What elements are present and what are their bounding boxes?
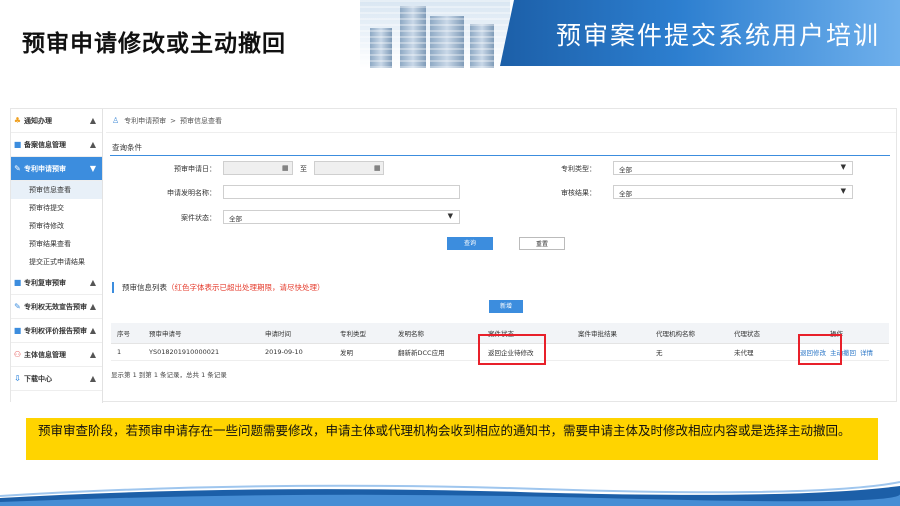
- sidebar-sub-pending-submit[interactable]: 预审待提交: [11, 199, 102, 217]
- date-to-label: 至: [300, 165, 307, 173]
- review-result-label: 审核结果：: [561, 189, 596, 197]
- add-button[interactable]: 新增: [489, 300, 523, 313]
- chevron-up-icon: ▲: [89, 374, 96, 383]
- folder-icon: ■: [13, 278, 22, 287]
- breadcrumb: ♙ 专利申请预审 > 预审信息查看: [106, 109, 896, 133]
- chevron-up-icon: ▲: [89, 302, 96, 311]
- sidebar-sub-formal-results[interactable]: 提交正式申请结果: [11, 253, 102, 271]
- download-icon: ⇩: [14, 374, 21, 383]
- status-highlight-box: [478, 334, 546, 365]
- chevron-down-icon: ▼: [447, 212, 453, 220]
- overdue-warning: （红色字体表示已超出处理期限，请尽快处理）: [167, 283, 325, 292]
- panel-divider: [110, 155, 890, 156]
- sidebar-item-label: 主体信息管理: [24, 350, 66, 359]
- cell-type: 发明: [334, 343, 392, 361]
- sidebar-item-patent-prereview[interactable]: ✎ 专利申请预审 ▼: [11, 157, 102, 181]
- breadcrumb-current: 预审信息查看: [180, 116, 223, 125]
- patent-type-label: 专利类型：: [561, 165, 596, 173]
- col-header: 申请时间: [259, 323, 334, 344]
- bell-icon: ♣: [13, 116, 22, 125]
- breadcrumb-root[interactable]: 专利申请预审: [124, 116, 166, 126]
- sidebar-item-invalidation[interactable]: ✎ 专利权无效宣告预审 ▲: [11, 295, 102, 319]
- slide-title: 预审申请修改或主动撤回: [22, 31, 286, 57]
- modify-highlight-box: [798, 334, 842, 365]
- sidebar-item-label: 专利权无效宣告预审: [24, 302, 87, 311]
- footer-wave: [0, 476, 900, 506]
- breadcrumb-separator: >: [170, 116, 177, 125]
- sidebar-sub-pending-modify[interactable]: 预审待修改: [11, 217, 102, 235]
- cell-agency: 无: [650, 343, 728, 361]
- reset-button[interactable]: 重置: [519, 237, 565, 250]
- details-link[interactable]: 详情: [860, 349, 873, 357]
- sidebar: ♣ 通知办理 ▲ ■ 备案信息管理 ▲ ✎ 专利申请预审 ▼ 预审信息查看 预审…: [11, 109, 103, 403]
- sidebar-item-filing[interactable]: ■ 备案信息管理 ▲: [11, 133, 102, 157]
- sidebar-item-notice[interactable]: ♣ 通知办理 ▲: [11, 109, 102, 133]
- col-header: 专利类型: [334, 323, 392, 344]
- folder-icon: ■: [13, 326, 22, 335]
- cell-name: 翻新新DCC应用: [392, 343, 482, 361]
- chevron-up-icon: ▲: [89, 116, 96, 125]
- query-panel-title: 查询条件: [112, 143, 142, 152]
- cell-agent-status: 未代理: [728, 343, 784, 361]
- sidebar-item-label: 备案信息管理: [24, 140, 66, 149]
- folder-icon: ■: [13, 140, 22, 149]
- pagination-info: 显示第 1 到第 1 条记录，总共 1 条记录: [111, 371, 227, 379]
- col-header: 序号: [111, 323, 143, 344]
- patent-type-select[interactable]: 全部 ▼: [613, 161, 853, 175]
- col-header: 代理机构名称: [650, 323, 728, 344]
- apply-date-label: 预审申请日：: [174, 165, 216, 173]
- sidebar-item-reexam[interactable]: ■ 专利复审预审 ▲: [11, 271, 102, 295]
- person-icon: ⚇: [13, 350, 22, 359]
- system-screenshot: ♣ 通知办理 ▲ ■ 备案信息管理 ▲ ✎ 专利申请预审 ▼ 预审信息查看 预审…: [10, 108, 897, 403]
- col-header: 预审申请号: [143, 323, 259, 344]
- cell-no: 1: [111, 343, 143, 361]
- chevron-up-icon: ▲: [89, 350, 96, 359]
- chevron-down-icon: ▼: [840, 163, 846, 171]
- sidebar-sub-view[interactable]: 预审信息查看: [11, 181, 102, 199]
- sidebar-item-download[interactable]: ⇩ 下载中心 ▲: [11, 367, 102, 391]
- search-button[interactable]: 查询: [447, 237, 493, 250]
- chevron-down-icon: ▼: [89, 164, 96, 173]
- chevron-down-icon: ▼: [840, 187, 846, 195]
- calendar-icon[interactable]: ▦: [374, 164, 381, 172]
- explanation-note: 预审审查阶段，若预审申请存在一些问题需要修改，申请主体或代理机构会收到相应的通知…: [26, 418, 878, 460]
- sidebar-item-entity[interactable]: ⚇ 主体信息管理 ▲: [11, 343, 102, 367]
- building-photo: [360, 0, 510, 68]
- review-result-select[interactable]: 全部 ▼: [613, 185, 853, 199]
- col-header: 案件审批结果: [572, 323, 650, 344]
- edit-icon: ✎: [14, 164, 21, 173]
- sidebar-item-label: 通知办理: [24, 116, 52, 125]
- col-header: 发明名称: [392, 323, 482, 344]
- calendar-icon[interactable]: ▦: [282, 164, 289, 172]
- main-content: ♙ 专利申请预审 > 预审信息查看 查询条件 预审申请日： ▦ 至 ▦ 专利类型…: [106, 109, 896, 401]
- chevron-up-icon: ▲: [89, 140, 96, 149]
- cell-app-no: YS018201910000021: [143, 343, 259, 361]
- sidebar-item-label: 下载中心: [24, 374, 52, 383]
- case-status-label: 案件状态：: [181, 214, 216, 222]
- sidebar-item-evaluation[interactable]: ■ 专利权评价报告预审 ▲: [11, 319, 102, 343]
- sidebar-sub-results[interactable]: 预审结果查看: [11, 235, 102, 253]
- chevron-up-icon: ▲: [89, 278, 96, 287]
- cell-result: [572, 343, 650, 361]
- case-status-select[interactable]: 全部 ▼: [223, 210, 460, 224]
- sidebar-item-label: 专利复审预审: [24, 278, 66, 287]
- user-icon: ♙: [112, 116, 120, 125]
- sidebar-item-label: 专利权评价报告预审: [24, 326, 87, 335]
- chevron-up-icon: ▲: [89, 326, 96, 335]
- banner-title: 预审案件提交系统用户培训: [555, 21, 880, 50]
- sidebar-item-label: 专利申请预审: [24, 164, 66, 173]
- invention-name-label: 申请发明名称：: [167, 189, 216, 197]
- list-title: 预审信息列表（红色字体表示已超出处理期限，请尽快处理）: [112, 282, 325, 293]
- col-header: 代理状态: [728, 323, 784, 344]
- edit-icon: ✎: [14, 302, 21, 311]
- invention-name-input[interactable]: [223, 185, 460, 199]
- cell-date: 2019-09-10: [259, 343, 334, 361]
